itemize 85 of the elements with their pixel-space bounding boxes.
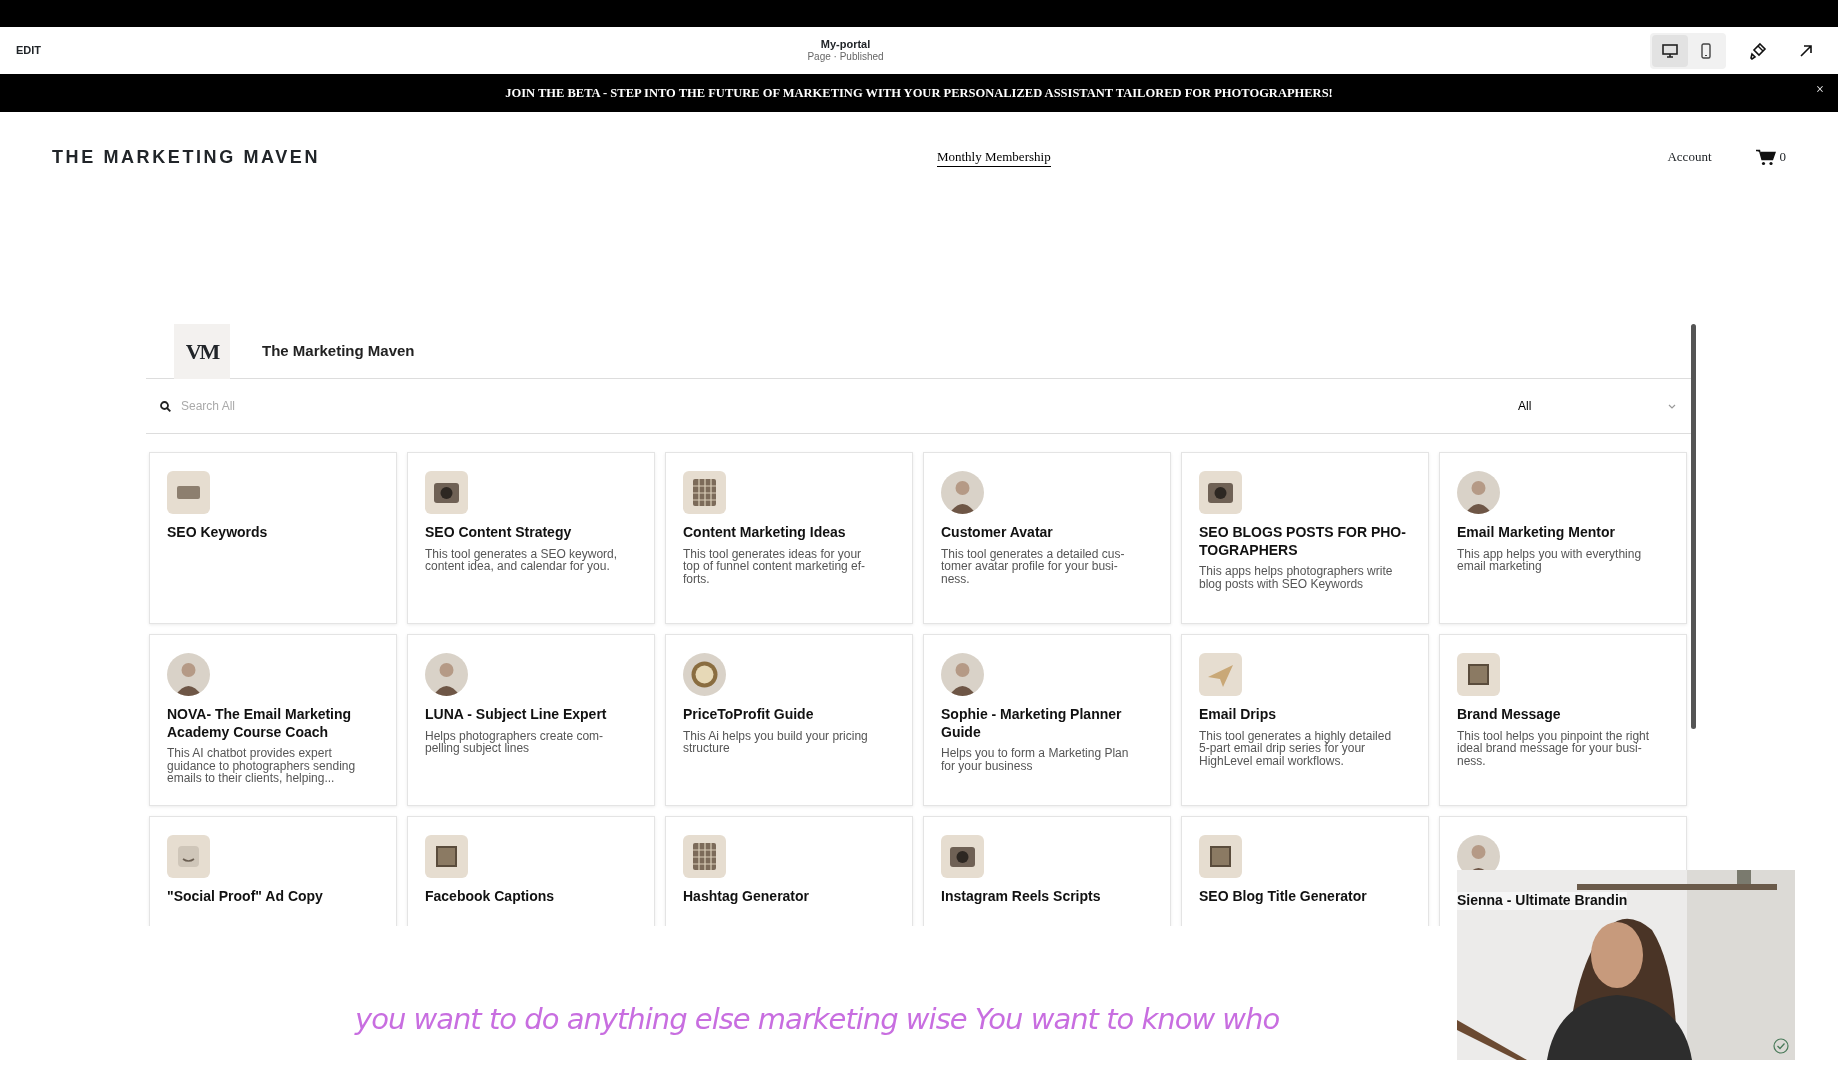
- tool-card[interactable]: NOVA- The Email Marketing Academy Course Coach This AI chatbot provides expert guidance to photographers sending emails to their clients, helping...: [149, 634, 397, 806]
- page-title: My-portal: [819, 37, 872, 52]
- card-description: This apps helps photographers write blog posts with SEO Keywords: [1199, 565, 1394, 591]
- square-icon: [1199, 835, 1242, 878]
- card-description: This tool helps you pinpoint the right ideal brand message for your busi-ness.: [1457, 729, 1651, 768]
- cart-icon[interactable]: [1755, 148, 1776, 166]
- check-icon: [1773, 1038, 1789, 1054]
- text-icon: [167, 471, 210, 514]
- card-title: Hashtag Generator: [683, 888, 811, 906]
- announcement-text: JOIN THE BETA - STEP INTO THE FUTURE OF MARKETING WITH YOUR PERSONALIZED ASSISTANT TAILORED FOR PHOTOGRAPHERS!: [505, 84, 1333, 102]
- tool-card[interactable]: Email Drips This tool generates a highly detailed 5-part email drip series for your HighLevel email workflows.: [1181, 634, 1429, 806]
- card-title: NOVA- The Email Marketing Academy Course Coach: [167, 706, 353, 741]
- edit-button[interactable]: EDIT: [16, 42, 42, 59]
- camera-icon: [941, 835, 984, 878]
- grid-icon: [683, 471, 726, 514]
- tool-card[interactable]: Facebook Captions: [407, 816, 655, 926]
- tool-card[interactable]: Brand Message This tool helps you pinpoint the right ideal brand message for your busi-ness.: [1439, 634, 1687, 806]
- filter-dropdown[interactable]: All: [1512, 396, 1682, 416]
- square-icon: [1457, 653, 1500, 696]
- page-status: Page · Published: [807, 51, 884, 64]
- card-title: SEO Content Strategy: [425, 524, 573, 542]
- card-title: SEO Keywords: [167, 524, 269, 542]
- avatar-icon: [167, 653, 210, 696]
- avatar-icon: [425, 653, 468, 696]
- card-description: This Ai helps you build your pricing structure: [683, 729, 869, 755]
- tool-card[interactable]: Instagram Reels Scripts: [923, 816, 1171, 926]
- tool-card[interactable]: SEO Content Strategy This tool generates a SEO keyword, content idea, and calendar for you.: [407, 452, 655, 624]
- card-title: Email Drips: [1199, 706, 1278, 724]
- card-title: Sophie - Marketing Planner Guide: [941, 706, 1123, 741]
- card-description: This tool generates a detailed cus-tomer avatar profile for your busi-ness.: [941, 547, 1126, 586]
- card-description: This tool generates ideas for your top of funnel content marketing ef-forts.: [683, 547, 867, 586]
- plane-icon: [1199, 653, 1242, 696]
- avatar-icon: [941, 471, 984, 514]
- tool-card[interactable]: LUNA - Subject Line Expert Helps photographers create com-pelling subject lines: [407, 634, 655, 806]
- card-description: This tool generates a highly detailed 5-part email drip series for your HighLevel email workflows.: [1199, 729, 1393, 768]
- card-title: SEO BLOGS POSTS FOR PHO-TOGRAPHERS: [1199, 524, 1407, 559]
- monitor-icon: [1662, 43, 1678, 58]
- tool-card[interactable]: Email Marketing Mentor This app helps you with everything email marketing: [1439, 452, 1687, 624]
- card-description: Helps you to form a Marketing Plan for your business: [941, 747, 1130, 773]
- tool-card[interactable]: Sophie - Marketing Planner Guide Helps you to form a Marketing Plan for your business: [923, 634, 1171, 806]
- card-description: This tool generates a SEO keyword, content idea, and calendar for you.: [425, 547, 619, 573]
- card-title: "Social Proof" Ad Copy: [167, 888, 324, 906]
- subtitle-caption: you want to do anything else marketing wise You want to know who: [355, 1001, 1280, 1038]
- card-description: Helps photographers create com-pelling subject lines: [425, 729, 605, 755]
- account-link[interactable]: Account: [1667, 147, 1712, 167]
- grid-icon: [683, 835, 726, 878]
- square-icon: [425, 835, 468, 878]
- phone-icon: [1701, 42, 1711, 59]
- portal-logo: VM: [174, 324, 230, 379]
- tool-card[interactable]: PriceToProfit Guide This Ai helps you build your pricing structure: [665, 634, 913, 806]
- chevron-icon: [1668, 403, 1676, 409]
- card-title: Email Marketing Mentor: [1457, 524, 1616, 542]
- card-title: PriceToProfit Guide: [683, 706, 815, 724]
- card-description: This app helps you with everything email marketing: [1457, 547, 1643, 573]
- card-title: Content Marketing Ideas: [683, 524, 847, 542]
- site-logo-text[interactable]: THE MARKETING MAVEN: [52, 143, 321, 171]
- coin-icon: [683, 653, 726, 696]
- paintbrush-icon: [1749, 41, 1767, 60]
- tool-card[interactable]: Content Marketing Ideas This tool generates ideas for your top of funnel content marketing ef-forts.: [665, 452, 913, 624]
- tool-card[interactable]: SEO Keywords: [149, 452, 397, 624]
- nav-link[interactable]: Monthly Membership: [936, 146, 1051, 168]
- desktop-view-button[interactable]: [1652, 34, 1688, 67]
- card-title: Customer Avatar: [941, 524, 1054, 542]
- card-title: LUNA - Subject Line Expert: [425, 706, 608, 724]
- card-title: Instagram Reels Scripts: [941, 888, 1102, 906]
- camera-icon: [425, 471, 468, 514]
- tool-card[interactable]: Hashtag Generator: [665, 816, 913, 926]
- avatar-icon: [941, 653, 984, 696]
- camera-icon: [1199, 471, 1242, 514]
- tool-card[interactable]: SEO BLOGS POSTS FOR PHO-TOGRAPHERS This apps helps photographers write blog posts with SEO Keywords: [1181, 452, 1429, 624]
- avatar-icon: [1457, 471, 1500, 514]
- card-title: SEO Blog Title Generator: [1199, 888, 1368, 906]
- card-title: Brand Message: [1457, 706, 1562, 724]
- tool-card[interactable]: "Social Proof" Ad Copy: [149, 816, 397, 926]
- search-icon: [160, 400, 171, 412]
- card-title: Facebook Captions: [425, 888, 556, 906]
- close-button[interactable]: ×: [1810, 82, 1830, 98]
- tool-card[interactable]: Customer Avatar This tool generates a detailed cus-tomer avatar profile for your busi-ness.: [923, 452, 1171, 624]
- scrollbar[interactable]: [1691, 324, 1696, 729]
- card-description: This AI chatbot provides expert guidance to photographers sending emails to their clients, helping...: [167, 747, 357, 785]
- tool-card[interactable]: SEO Blog Title Generator: [1181, 816, 1429, 926]
- cart-count: 0: [1779, 148, 1786, 167]
- portal-title: The Marketing Maven: [262, 340, 415, 361]
- arrow-icon: [1799, 43, 1813, 58]
- smile-icon: [167, 835, 210, 878]
